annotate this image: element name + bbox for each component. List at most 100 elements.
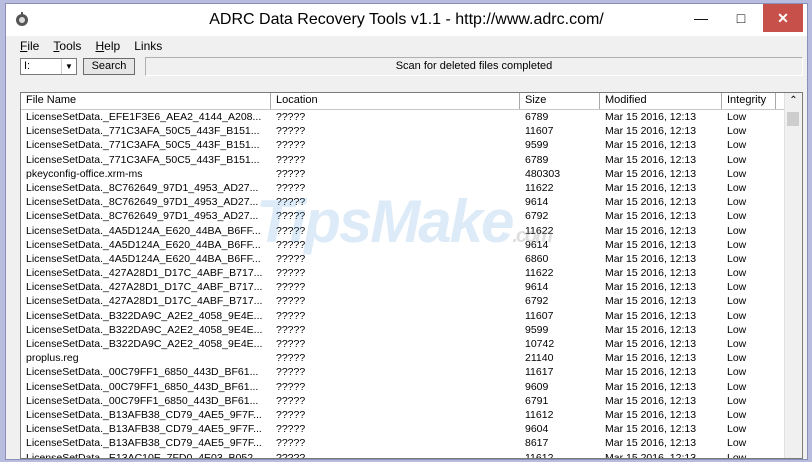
menu-file[interactable]: File: [20, 36, 39, 56]
table-row[interactable]: LicenseSetData._B322DA9C_A2E2_4058_9E4E.…: [21, 323, 786, 337]
app-window: ADRC Data Recovery Tools v1.1 - http://w…: [5, 3, 808, 460]
integrity-cell: Low: [727, 238, 747, 251]
table-row[interactable]: LicenseSetData._4A5D124A_E620_44BA_B6FF.…: [21, 238, 786, 252]
table-row[interactable]: LicenseSetData._B13AFB38_CD79_4AE5_9F7F.…: [21, 408, 786, 422]
column-header-integrity[interactable]: Integrity: [722, 93, 776, 109]
modified-cell: Mar 15 2016, 12:13: [605, 252, 697, 265]
table-row[interactable]: LicenseSetData._E13AC10E_7FD0_4E03_B052.…: [21, 451, 786, 459]
menu-links[interactable]: Links: [134, 36, 162, 56]
integrity-cell: Low: [727, 281, 747, 294]
integrity-cell: Low: [727, 423, 747, 436]
column-header-file-name[interactable]: File Name: [21, 93, 271, 109]
file-name-cell: LicenseSetData._771C3AFA_50C5_443F_B151.…: [26, 125, 260, 138]
drive-select[interactable]: I: ▼: [20, 58, 77, 75]
integrity-cell: Low: [727, 451, 747, 459]
table-row[interactable]: LicenseSetData._00C79FF1_6850_443D_BF61.…: [21, 365, 786, 379]
size-cell: 9609: [525, 380, 549, 393]
size-cell: 11622: [525, 267, 554, 280]
location-cell: ?????: [276, 309, 306, 322]
size-cell: 6792: [525, 295, 549, 308]
table-row[interactable]: LicenseSetData._427A28D1_D17C_4ABF_B717.…: [21, 266, 786, 280]
modified-cell: Mar 15 2016, 12:13: [605, 437, 697, 450]
integrity-cell: Low: [727, 125, 747, 138]
integrity-cell: Low: [727, 309, 747, 322]
size-cell: 10742: [525, 338, 555, 350]
table-row[interactable]: LicenseSetData._8C762649_97D1_4953_AD27.…: [21, 209, 786, 223]
size-cell: 6789: [525, 111, 549, 123]
column-header-location[interactable]: Location: [271, 93, 520, 109]
location-cell: ?????: [276, 153, 306, 166]
integrity-cell: Low: [727, 338, 747, 350]
table-row[interactable]: LicenseSetData._B13AFB38_CD79_4AE5_9F7F.…: [21, 422, 786, 436]
file-name-cell: LicenseSetData._B322DA9C_A2E2_4058_9E4E.…: [26, 338, 263, 350]
location-cell: ?????: [276, 238, 306, 251]
integrity-cell: Low: [727, 366, 747, 379]
integrity-cell: Low: [727, 408, 747, 421]
size-cell: 9614: [525, 281, 549, 294]
column-header-modified[interactable]: Modified: [600, 93, 722, 109]
table-row[interactable]: proplus.reg????? 21140 Mar 15 2016, 12:13 L…: [21, 351, 786, 365]
table-row[interactable]: LicenseSetData._B13AFB38_CD79_4AE5_9F7F.…: [21, 436, 786, 450]
size-cell: 6792: [525, 210, 549, 223]
location-cell: ?????: [276, 380, 306, 393]
table-row[interactable]: LicenseSetData._771C3AFA_50C5_443F_B151.…: [21, 153, 786, 167]
location-cell: ?????: [276, 196, 306, 209]
table-row[interactable]: LicenseSetData._00C79FF1_6850_443D_BF61.…: [21, 380, 786, 394]
integrity-cell: Low: [727, 380, 747, 393]
modified-cell: Mar 15 2016, 12:13: [605, 295, 697, 308]
location-cell: ?????: [276, 323, 306, 336]
modified-cell: Mar 15 2016, 12:13: [605, 451, 697, 459]
integrity-cell: Low: [727, 394, 747, 407]
size-cell: 9599: [525, 323, 549, 336]
vertical-scrollbar[interactable]: ⌃: [784, 93, 802, 458]
title-bar: ADRC Data Recovery Tools v1.1 - http://w…: [6, 4, 807, 36]
integrity-cell: Low: [727, 196, 747, 209]
file-name-cell: LicenseSetData._8C762649_97D1_4953_AD27.…: [26, 210, 259, 223]
location-cell: ?????: [276, 167, 306, 180]
modified-cell: Mar 15 2016, 12:13: [605, 238, 697, 251]
table-row[interactable]: LicenseSetData._427A28D1_D17C_4ABF_B717.…: [21, 294, 786, 308]
integrity-cell: Low: [727, 181, 747, 194]
modified-cell: Mar 15 2016, 12:13: [605, 111, 697, 123]
table-row[interactable]: LicenseSetData._8C762649_97D1_4953_AD27.…: [21, 195, 786, 209]
modified-cell: Mar 15 2016, 12:13: [605, 281, 697, 294]
table-row[interactable]: LicenseSetData._8C762649_97D1_4953_AD27.…: [21, 181, 786, 195]
file-name-cell: LicenseSetData._771C3AFA_50C5_443F_B151.…: [26, 139, 260, 152]
table-row[interactable]: LicenseSetData._771C3AFA_50C5_443F_B151.…: [21, 124, 786, 138]
location-cell: ?????: [276, 252, 306, 265]
location-cell: ?????: [276, 408, 306, 421]
modified-cell: Mar 15 2016, 12:13: [605, 224, 697, 237]
menu-tools[interactable]: Tools: [53, 36, 81, 56]
scroll-up-icon[interactable]: ⌃: [785, 95, 802, 106]
modified-cell: Mar 15 2016, 12:13: [605, 352, 697, 365]
maximize-icon[interactable]: □: [721, 4, 761, 32]
scrollbar-thumb[interactable]: [787, 112, 799, 126]
column-header-size[interactable]: Size: [520, 93, 600, 109]
file-list[interactable]: File Name Location Size Modified Integri…: [20, 92, 803, 459]
modified-cell: Mar 15 2016, 12:13: [605, 423, 697, 436]
modified-cell: Mar 15 2016, 12:13: [605, 380, 697, 393]
size-cell: 9604: [525, 423, 549, 436]
minimize-icon[interactable]: —: [681, 4, 721, 32]
table-row[interactable]: LicenseSetData._4A5D124A_E620_44BA_B6FF.…: [21, 252, 786, 266]
file-name-cell: LicenseSetData._8C762649_97D1_4953_AD27.…: [26, 196, 259, 209]
table-row[interactable]: LicenseSetData._B322DA9C_A2E2_4058_9E4E.…: [21, 337, 786, 351]
menu-help[interactable]: Help: [96, 36, 121, 56]
table-row[interactable]: LicenseSetData._427A28D1_D17C_4ABF_B717.…: [21, 280, 786, 294]
table-row[interactable]: LicenseSetData._4A5D124A_E620_44BA_B6FF.…: [21, 224, 786, 238]
table-row[interactable]: LicenseSetData._B322DA9C_A2E2_4058_9E4E.…: [21, 309, 786, 323]
location-cell: ?????: [276, 338, 306, 350]
table-row[interactable]: LicenseSetData._00C79FF1_6850_443D_BF61.…: [21, 394, 786, 408]
close-icon[interactable]: ✕: [763, 4, 803, 32]
search-button[interactable]: Search: [83, 58, 135, 75]
file-name-cell: LicenseSetData._B13AFB38_CD79_4AE5_9F7F.…: [26, 437, 262, 450]
table-row[interactable]: pkeyconfig-office.xrm-ms????? 480303 Mar 1…: [21, 167, 786, 181]
table-row[interactable]: LicenseSetData._771C3AFA_50C5_443F_B151.…: [21, 138, 786, 152]
table-row[interactable]: LicenseSetData._EFE1F3E6_AEA2_4144_A208.…: [21, 110, 786, 124]
location-cell: ?????: [276, 352, 306, 365]
modified-cell: Mar 15 2016, 12:13: [605, 210, 697, 223]
chevron-down-icon[interactable]: ▼: [61, 59, 76, 74]
location-cell: ?????: [276, 210, 306, 223]
size-cell: 9614: [525, 238, 549, 251]
integrity-cell: Low: [727, 139, 747, 152]
